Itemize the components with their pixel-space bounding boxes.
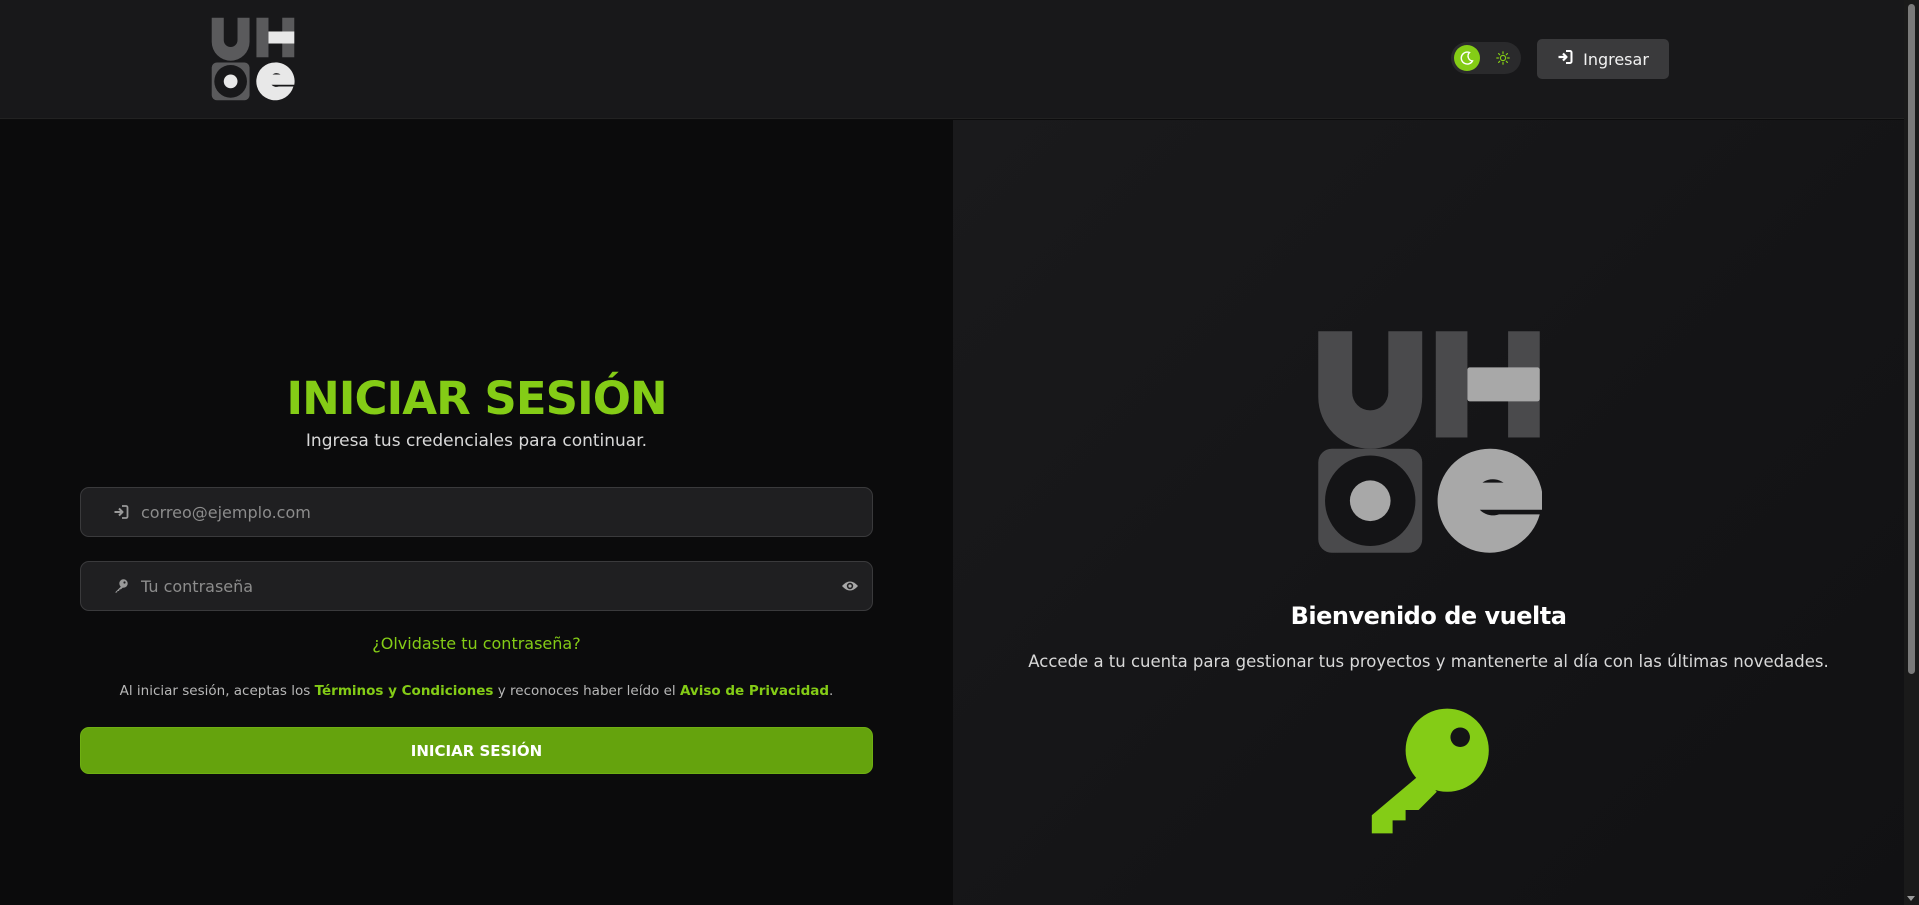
- login-title: INICIAR SESIÓN: [286, 372, 667, 425]
- terms-link[interactable]: Términos y Condiciones: [315, 683, 494, 699]
- privacy-link[interactable]: Aviso de Privacidad: [680, 683, 829, 699]
- forgot-password-link[interactable]: ¿Olvidaste tu contraseña?: [0, 634, 953, 653]
- terms-middle: y reconoces haber leído el: [493, 683, 680, 699]
- email-field[interactable]: [80, 487, 873, 537]
- top-header: Ingresar: [0, 0, 1904, 119]
- sun-icon[interactable]: [1492, 47, 1514, 69]
- ingresar-button[interactable]: Ingresar: [1537, 39, 1669, 79]
- terms-text: Al iniciar sesión, aceptas los Términos …: [0, 683, 953, 699]
- terms-prefix: Al iniciar sesión, aceptas los: [119, 683, 315, 699]
- moon-icon[interactable]: [1454, 45, 1480, 71]
- password-field[interactable]: [80, 561, 873, 611]
- terms-suffix: .: [829, 683, 834, 699]
- uhoe-logo-large: [1318, 331, 1542, 553]
- sign-in-icon: [1557, 49, 1573, 69]
- login-subtitle: Ingresa tus credenciales para continuar.: [305, 431, 648, 451]
- welcome-title: Bienvenido de vuelta: [1290, 602, 1567, 630]
- uhoe-logo[interactable]: [210, 16, 296, 102]
- welcome-text: Accede a tu cuenta para gestionar tus pr…: [1028, 652, 1829, 671]
- submit-login-button[interactable]: INICIAR SESIÓN: [80, 727, 873, 774]
- login-page: Ingresar INICIAR SESIÓN Ingresa tus cred…: [0, 0, 1919, 905]
- sign-in-icon: [89, 504, 129, 520]
- theme-toggle[interactable]: [1451, 42, 1521, 74]
- key-icon: [1371, 708, 1489, 834]
- eye-icon[interactable]: [828, 579, 872, 593]
- password-input[interactable]: [129, 576, 828, 596]
- page-scrollbar[interactable]: [1904, 0, 1919, 905]
- ingresar-label: Ingresar: [1583, 49, 1649, 69]
- scroll-down-arrow-icon[interactable]: [1907, 896, 1915, 901]
- scrollbar-thumb[interactable]: [1908, 4, 1915, 674]
- email-input[interactable]: [129, 502, 872, 522]
- key-icon: [89, 578, 129, 594]
